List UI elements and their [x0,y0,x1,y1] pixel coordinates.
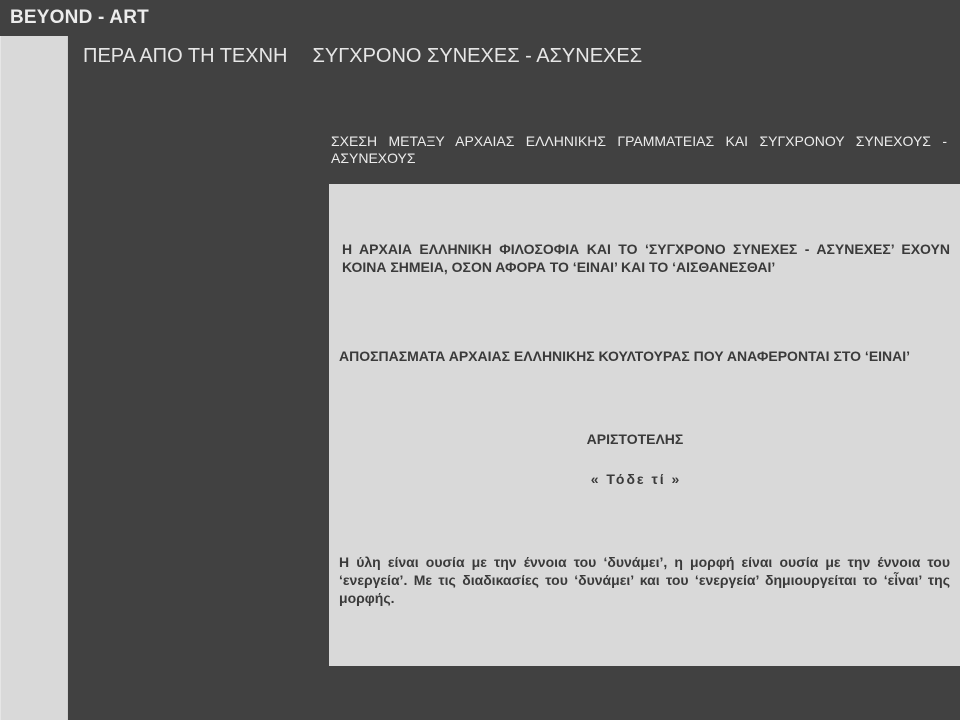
site-title[interactable]: BEYOND - ART [10,7,149,29]
content-panel: Η ΑΡΧΑΙΑ ΕΛΛΗΝΙΚΗ ΦΙΛΟΣΟΦΙΑ ΚΑΙ ΤΟ ‘ΣΥΓΧ… [329,184,960,666]
quote-text: « Τόδε τί » [590,471,682,487]
page-heading-part-1: ΠΕΡΑ ΑΠΟ ΤΗ ΤΕΧΝΗ [83,45,288,67]
site-header: BEYOND - ART [0,0,960,36]
excerpts-heading: ΑΠΟΣΠΑΣΜΑΤΑ ΑΡΧΑΙΑΣ ΕΛΛΗΝΙΚΗΣ ΚΟΥΛΤΟΥΡΑΣ… [339,348,911,364]
section-heading: ΣΧΕΣΗ ΜΕΤΑΞΥ ΑΡΧΑΙΑΣ ΕΛΛΗΝΙΚΗΣ ΓΡΑΜΜΑΤΕΙ… [331,133,947,166]
page-heading: ΠΕΡΑ ΑΠΟ ΤΗ ΤΕΧΝΗ ΣΥΓΧΡΟΝΟ ΣΥΝΕΧΕΣ - ΑΣΥΝ… [83,44,642,68]
intro-paragraph: Η ΑΡΧΑΙΑ ΕΛΛΗΝΙΚΗ ΦΙΛΟΣΟΦΙΑ ΚΑΙ ΤΟ ‘ΣΥΓΧ… [342,241,950,275]
body-paragraph: Η ύλη είναι ουσία με την έννοια του ‘δυν… [339,554,950,606]
sidebar [0,36,68,720]
author-name: ΑΡΙΣΤΟΤΕΛΗΣ [586,431,684,447]
page-heading-part-2: ΣΥΓΧΡΟΝΟ ΣΥΝΕΧΕΣ - ΑΣΥΝΕΧΕΣ [312,45,643,67]
